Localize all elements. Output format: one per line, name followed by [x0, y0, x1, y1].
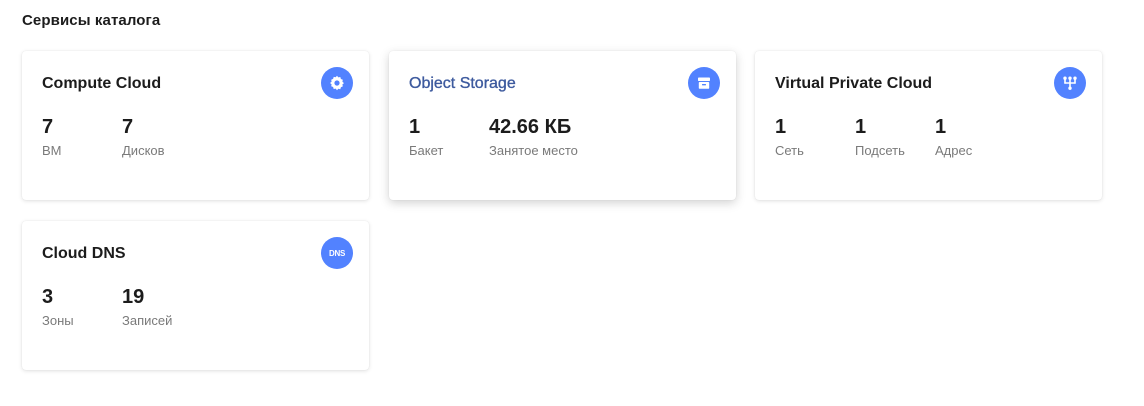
service-card-object-storage[interactable]: Object Storage 1 Бакет 42.66 КБ Занятое …: [389, 51, 736, 200]
stat-zones: 3 Зоны: [42, 285, 74, 329]
stat-value: 42.66 КБ: [489, 116, 572, 138]
stat-label: Сеть: [775, 143, 804, 158]
stat-value: 19: [122, 286, 145, 308]
stat-addresses: 1 Адрес: [935, 115, 972, 159]
section-title: Сервисы каталога: [22, 12, 161, 29]
dns-icon: DNS: [321, 237, 353, 269]
stat-buckets: 1 Бакет: [409, 115, 443, 159]
stat-label: Адрес: [935, 143, 973, 158]
stat-records: 19 Записей: [122, 285, 172, 329]
stat-disks: 7 Дисков: [122, 115, 165, 159]
stat-label: Дисков: [122, 143, 165, 158]
stat-value: 7: [122, 116, 134, 138]
stat-label: Записей: [122, 313, 173, 328]
stat-used-space: 42.66 КБ Занятое место: [489, 115, 578, 159]
stat-value: 1: [855, 116, 867, 138]
service-card-cloud-dns[interactable]: Cloud DNS DNS 3 Зоны 19 Записей: [22, 221, 369, 370]
stat-subnets: 1 Подсеть: [855, 115, 905, 159]
network-icon: [1054, 67, 1086, 99]
stat-value: 1: [935, 116, 947, 138]
card-title: Cloud DNS: [42, 245, 126, 262]
stat-networks: 1 Сеть: [775, 115, 804, 159]
stat-value: 1: [409, 116, 421, 138]
card-title: Virtual Private Cloud: [775, 75, 933, 92]
service-card-compute-cloud[interactable]: Compute Cloud 7 ВМ 7 Дисков: [22, 51, 369, 200]
stat-label: Бакет: [409, 143, 444, 158]
card-title: Compute Cloud: [42, 75, 162, 92]
stat-label: ВМ: [42, 143, 62, 158]
gear-icon: [321, 67, 353, 99]
dns-icon-text: DNS: [329, 248, 345, 258]
storage-box-icon: [688, 67, 720, 99]
stat-label: Занятое место: [489, 143, 578, 158]
stat-label: Подсеть: [855, 143, 905, 158]
stat-value: 3: [42, 286, 54, 308]
stat-value: 1: [775, 116, 787, 138]
stat-value: 7: [42, 116, 54, 138]
card-title: Object Storage: [409, 75, 516, 92]
service-card-vpc[interactable]: Virtual Private Cloud 1 Сеть 1 Подсеть 1…: [755, 51, 1102, 200]
stat-vm: 7 ВМ: [42, 115, 62, 159]
stat-label: Зоны: [42, 313, 74, 328]
